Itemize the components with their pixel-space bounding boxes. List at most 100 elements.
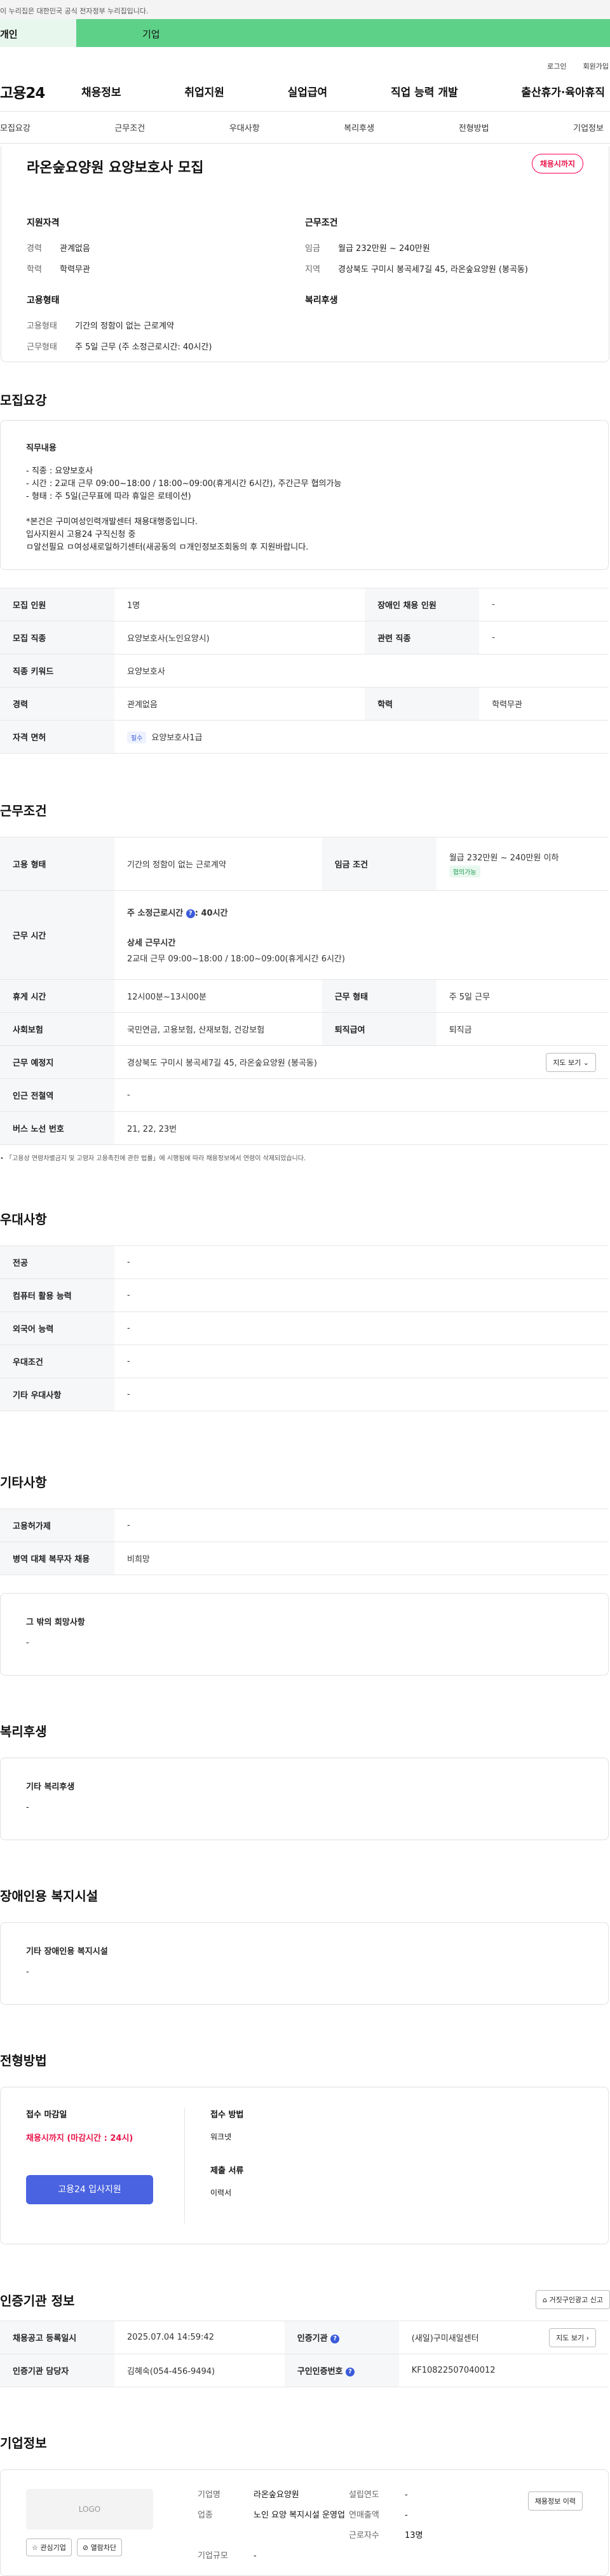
signup-link[interactable]: 회원가입	[583, 61, 609, 71]
preference-section: 우대사항 전공 - 컴퓨터 활용 능력 - 외국어 능력 - 우대조건 - 기타 우대사…	[0, 1209, 610, 1411]
method-value: 워크넷	[210, 2132, 232, 2141]
tab-company[interactable]: 기업정보	[573, 121, 604, 133]
table-cell: KF10822507040012	[398, 2354, 609, 2387]
gnb-item-jobs[interactable]: 채용정보	[81, 83, 121, 99]
gnb-item-parental-leave[interactable]: 출산휴가·육아휴직	[521, 83, 605, 99]
table-row: 인근 전철역 -	[0, 1078, 609, 1112]
table-header-cell: 임금 조건	[322, 837, 437, 891]
table-header-cell: 인증기관 ?	[284, 2321, 399, 2354]
etc-wish-box: 그 밖의 희망사항 -	[0, 1593, 609, 1676]
deadline-column: 접수 마감일 채용시까지 (마감시간 : 24시) 고용24 입사지원	[26, 2108, 185, 2223]
age-notice: • 「고용상 연령차별금지 및 고령자 고용촉진에 관한 법률」에 시행됨에 따…	[0, 1155, 306, 1162]
info-icon[interactable]: ?	[346, 2367, 355, 2376]
company-name-label: 기업명	[198, 2490, 220, 2500]
process-title: 전형방법	[0, 2053, 47, 2068]
gnb-item-employment-support[interactable]: 취업지원	[184, 83, 224, 99]
kv-key: 임금	[305, 244, 320, 254]
chevron-down-icon: ⌄	[583, 1058, 589, 1067]
table-row: 컴퓨터 활용 능력 -	[0, 1278, 609, 1312]
table-row: 자격 면허 필수 요양보호사1급	[0, 720, 609, 754]
weekly-hours-value: : 40시간	[194, 909, 228, 918]
welfare-section: 복리후생 기타 복리후생 -	[0, 1721, 610, 1840]
tab-company[interactable]: 기업	[76, 19, 610, 47]
desc-line: - 시간 : 2교대 근무 09:00~18:00 / 18:00~09:00(…	[26, 479, 342, 489]
apply-button[interactable]: 고용24 입사지원	[26, 2175, 153, 2204]
gnb-item-unemployment-benefit[interactable]: 실업급여	[288, 83, 328, 99]
table-header-cell: 자격 면허	[0, 720, 114, 754]
tab-work[interactable]: 근무조건	[114, 121, 145, 133]
disabled-box-title: 기타 장애인용 복지시설	[26, 1947, 108, 1956]
weekly-hours-label: 주 소정근로시간	[127, 909, 184, 918]
table-cell: 퇴직금	[436, 1012, 609, 1046]
table-cell: -	[114, 1078, 609, 1112]
table-header-cell: 경력	[0, 687, 114, 721]
table-row: 인증기관 담당자 김혜숙(054-456-9494) 구인인증번호 ? KF108…	[0, 2354, 609, 2387]
login-link[interactable]: 로그인	[547, 61, 566, 71]
agency-map-button[interactable]: 지도 보기 ›	[549, 2328, 596, 2347]
th-label: 인증기관	[297, 2334, 328, 2343]
table-row: 버스 노선 번호 21, 22, 23번	[0, 1111, 609, 1145]
table-header-cell: 인증기관 담당자	[0, 2354, 114, 2387]
disabled-title: 장애인용 복지시설	[0, 1888, 98, 1904]
deadline-label: 접수 마감일	[26, 2110, 67, 2120]
agency-row: (새일)구미새일센터 지도 보기 ›	[412, 2328, 596, 2347]
home-icon: ⌂	[543, 2296, 548, 2304]
tab-welfare[interactable]: 복리후생	[344, 121, 374, 133]
support-career: 경력 관계없음	[27, 243, 305, 255]
table-header-cell: 직종 키워드	[0, 654, 114, 688]
required-pill: 필수	[127, 731, 147, 743]
disabled-box-value: -	[26, 1967, 29, 1977]
table-header-cell: 버스 노선 번호	[0, 1111, 114, 1145]
favorite-button[interactable]: ☆ 관심기업	[26, 2539, 72, 2556]
table-header-cell: 인근 전철역	[0, 1078, 114, 1112]
table-header-cell: 전공	[0, 1245, 114, 1279]
agency-table: 채용공고 등록일시 2025.07.04 14:59:42 인증기관 ? (새일)…	[0, 2321, 609, 2387]
job-history-button[interactable]: 채용정보 이력	[527, 2491, 583, 2511]
table-cell: 비희망	[114, 1542, 609, 1575]
site-logo[interactable]: 고용24	[0, 81, 81, 102]
table-row: 전공 -	[0, 1245, 609, 1279]
table-cell: -	[114, 1508, 609, 1542]
kv-key: 학력	[27, 265, 42, 275]
table-row: 우대조건 -	[0, 1345, 609, 1378]
tab-process[interactable]: 전형방법	[459, 121, 489, 133]
table-row: 고용허가제 -	[0, 1508, 609, 1542]
map-button[interactable]: 지도 보기 ⌄	[546, 1052, 596, 1072]
industry-label: 업종	[198, 2511, 213, 2520]
method-label: 접수 방법	[210, 2110, 244, 2120]
desc-line: - 형태 : 주 5일(근무표에 따라 휴일은 로테이션)	[26, 492, 191, 501]
recruit-title: 모집요강	[0, 393, 47, 408]
table-cell: 기간의 정함이 없는 근로계약	[114, 837, 322, 891]
recruit-section: 모집요강 직무내용 - 직종 : 요양보호사 - 시간 : 2교대 근무 09:…	[0, 390, 610, 754]
summary-grid: 지원자격 경력 관계없음 학력 학력무관 근무조건 임금 월급 232만원 ~ 240…	[27, 216, 583, 285]
desc-line: ㅁ알선필요 ㅁ여성새로일하기센터(새공동의 ㅁ개인정보조회동의 후 지원바랍니다…	[26, 543, 309, 552]
tab-recruit[interactable]: 모집요강	[0, 121, 30, 133]
table-header-cell: 컴퓨터 활용 능력	[0, 1278, 114, 1312]
table-header-cell: 근무 시간	[0, 890, 114, 980]
company-name: 라온숲요양원	[254, 2490, 299, 2500]
report-button[interactable]: ⌂ 거짓구인광고 신고	[536, 2290, 610, 2309]
table-row: 사회보험 국민연금, 고용보험, 산재보험, 건강보험 퇴직급여 퇴직금	[0, 1012, 609, 1046]
license-value: 요양보호사1급	[151, 733, 203, 743]
table-cell: 학력무관	[479, 687, 609, 721]
tab-preference[interactable]: 우대사항	[229, 121, 260, 133]
company-logo-column: LOGO ☆ 관심기업 ⊘ 열람차단	[26, 2489, 153, 2556]
gov-notice-text: 이 누리집은 대한민국 공식 전자정부 누리집입니다.	[0, 7, 149, 15]
info-icon[interactable]: ?	[330, 2334, 340, 2343]
gnb-item-vocational-training[interactable]: 직업 능력 개발	[391, 83, 458, 99]
star-icon: ☆	[32, 2544, 38, 2552]
tab-personal[interactable]: 개인	[0, 19, 76, 47]
table-cell: -	[114, 1278, 609, 1312]
negotiable-pill: 협의가능	[449, 865, 480, 878]
table-cell: -	[479, 621, 609, 654]
help-icon[interactable]: ?	[186, 909, 195, 918]
emp-column: 고용형태 고용형태 기간의 정함이 없는 근로계약 근무형태 주 5일 근무 (주 …	[27, 294, 305, 362]
table-header-cell: 병역 대체 복무자 채용	[0, 1542, 114, 1575]
kv-value: 주 5일 근무 (주 소정근로시간: 40시간)	[75, 342, 212, 352]
kv-key: 근무형태	[27, 342, 57, 352]
emp-type: 고용형태 기간의 정함이 없는 근로계약	[27, 320, 305, 332]
kv-value: 월급 232만원 ~ 240만원	[338, 244, 430, 254]
agency-header: 인증기관 정보 ⌂ 거짓구인광고 신고	[0, 2290, 610, 2309]
welfare-heading: 복리후생	[305, 295, 338, 306]
block-button[interactable]: ⊘ 열람차단	[76, 2539, 123, 2556]
